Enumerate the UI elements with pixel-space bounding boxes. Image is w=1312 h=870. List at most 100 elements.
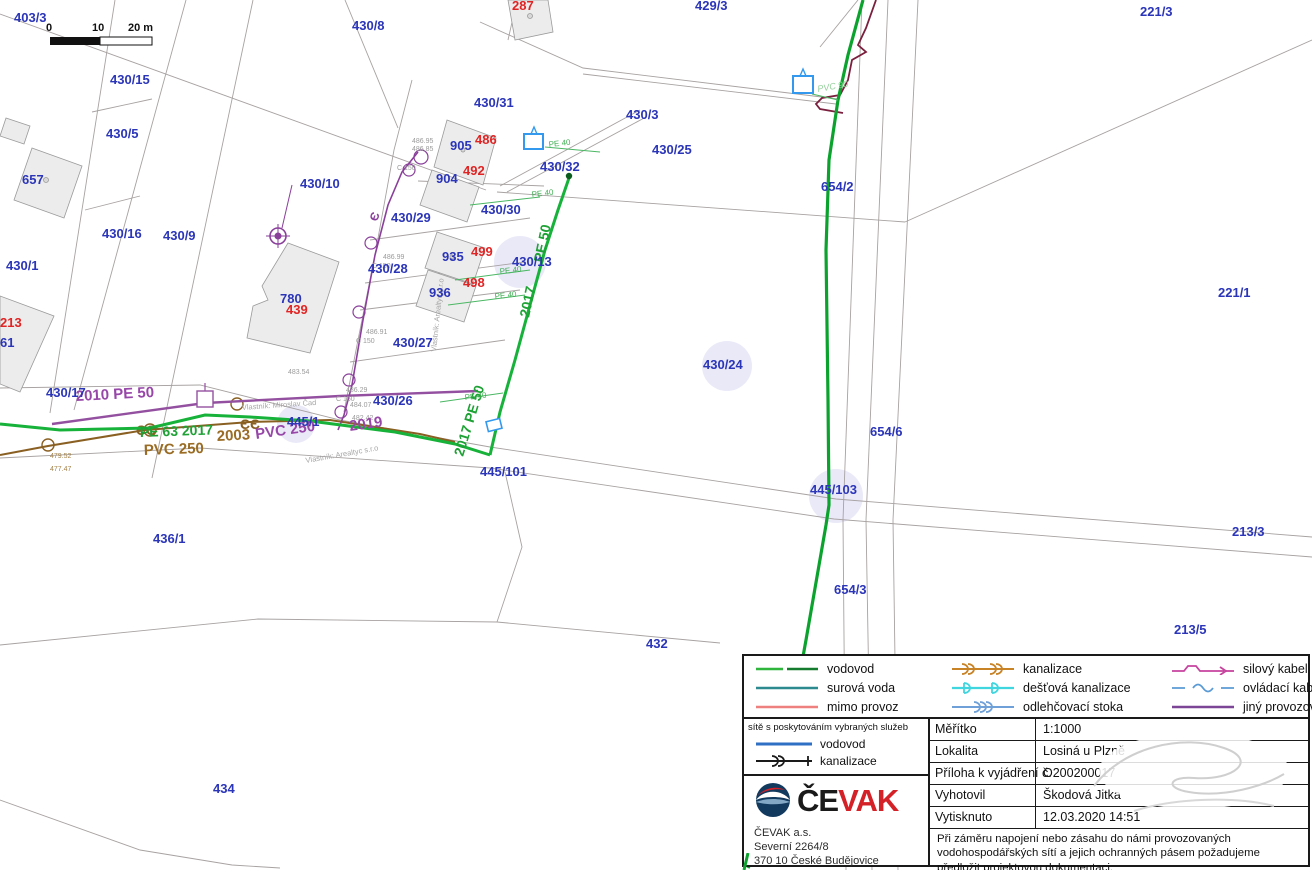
purple-junction-glyph: Є bbox=[367, 210, 383, 223]
hydrant-icon bbox=[524, 134, 543, 149]
legend-column-1: vodovod surová voda mimo provoz bbox=[744, 659, 940, 717]
parcel-number: 436/1 bbox=[153, 531, 186, 546]
owner-label: Vlastník: Arealtyc s.r.o bbox=[305, 443, 379, 465]
parcel-number: 430/30 bbox=[481, 202, 521, 217]
map-title-block: vodovod surová voda mimo provoz bbox=[742, 654, 1310, 867]
company-logo: ČEVAK bbox=[754, 781, 920, 819]
building-number: 904 bbox=[436, 171, 458, 186]
jiny-provozovatel-line-icon bbox=[1172, 701, 1234, 713]
company-address: ČEVAK a.s. Severní 2264/8 370 10 České B… bbox=[754, 826, 920, 868]
services-label: vodovod bbox=[820, 737, 865, 751]
parcel-number: 61 bbox=[0, 335, 14, 350]
info-row-meritko: Měřítko 1:1000 bbox=[930, 719, 1308, 741]
services-title: sítě s poskytováním vybraných služeb bbox=[748, 722, 924, 733]
utility-label: 2003 bbox=[216, 426, 250, 445]
legend-item-jiny-provozovatel: jiný provozovatel bbox=[1160, 697, 1312, 716]
utility-label: 2019 bbox=[348, 413, 383, 434]
elevation-label: 484.07 bbox=[350, 402, 372, 409]
legend-item-destova-kanalizace: dešťová kanalizace bbox=[940, 678, 1160, 697]
parcel-number: 445/1 bbox=[287, 414, 320, 429]
elevation-label: 486.95 bbox=[412, 138, 434, 145]
info-key: Lokalita bbox=[930, 741, 1036, 762]
info-key: Příloha k vyjádření č. bbox=[930, 763, 1036, 784]
destova-kanalizace-line-icon bbox=[952, 682, 1014, 694]
elevation-label: 477.47 bbox=[50, 466, 72, 473]
info-row-priloha: Příloha k vyjádření č. O200200017 bbox=[930, 763, 1308, 785]
building-number-red: 492 bbox=[463, 163, 485, 178]
parcel-number: 430/24 bbox=[703, 357, 744, 372]
odlehcovaci-stoka-line-icon bbox=[952, 701, 1014, 713]
parcel-number: 430/17 bbox=[46, 385, 86, 400]
utility-label: PE 63 2017 bbox=[140, 421, 214, 440]
info-row-lokalita: Lokalita Losiná u Plzně bbox=[930, 741, 1308, 763]
services-vodovod-line-icon bbox=[756, 738, 812, 750]
info-table: Měřítko 1:1000 Lokalita Losiná u Plzně P… bbox=[930, 719, 1308, 865]
legend-item-vodovod: vodovod bbox=[744, 659, 940, 678]
legend-label: dešťová kanalizace bbox=[1023, 681, 1131, 695]
building-657-dot bbox=[44, 178, 49, 183]
services-item-vodovod: vodovod bbox=[748, 735, 924, 752]
info-row-vyhotovil: Vyhotovil Škodová Jitka bbox=[930, 785, 1308, 807]
legend-item-kanalizace: kanalizace bbox=[940, 659, 1160, 678]
parcel-number: 213/3 bbox=[1232, 524, 1265, 539]
parcel-number: 432 bbox=[646, 636, 668, 651]
utility-label: PVC 250 bbox=[144, 440, 205, 459]
info-note: Při záměru napojení nebo zásahu do námi … bbox=[930, 829, 1308, 870]
company-logo-text: ČEVAK bbox=[797, 785, 898, 816]
elevation-label: 483.54 bbox=[288, 369, 310, 376]
parcel-number: 654/3 bbox=[834, 582, 867, 597]
building-number-red: 486 bbox=[475, 132, 497, 147]
buildings bbox=[0, 0, 553, 392]
company-address-line: 370 10 České Budějovice bbox=[754, 854, 920, 868]
building-number-red: 499 bbox=[471, 244, 493, 259]
legend-label: odlehčovací stoka bbox=[1023, 700, 1123, 714]
parcel-number: 221/3 bbox=[1140, 4, 1173, 19]
silovy-kabel-line-icon bbox=[1172, 663, 1234, 675]
building-number: 936 bbox=[429, 285, 451, 300]
services-kanalizace-line-icon bbox=[756, 755, 812, 767]
parcel-number: 430/8 bbox=[352, 18, 385, 33]
utility-label: PE 40 bbox=[531, 188, 554, 199]
scale-bar-solid bbox=[50, 37, 100, 45]
legend-item-surova-voda: surová voda bbox=[744, 678, 940, 697]
water-main-below-panel bbox=[740, 853, 754, 870]
parcel-number: 403/3 bbox=[14, 10, 47, 25]
surova-voda-line-icon bbox=[756, 682, 818, 694]
utility-label: 2010 PE 50 bbox=[75, 384, 154, 405]
parcel-number: 221/1 bbox=[1218, 285, 1251, 300]
info-value: Škodová Jitka bbox=[1036, 785, 1308, 806]
info-key: Měřítko bbox=[930, 719, 1036, 740]
company-address-line: ČEVAK a.s. bbox=[754, 826, 920, 840]
elevation-label: 486.29 bbox=[346, 387, 368, 394]
maroon-cable bbox=[816, 0, 876, 113]
logo-text-vak: VAK bbox=[838, 783, 898, 818]
cevak-globe-icon bbox=[754, 781, 792, 819]
parcel-number: 430/13 bbox=[512, 254, 552, 269]
scale-bar-label: 10 bbox=[92, 22, 104, 34]
utility-label: PE 40 bbox=[464, 391, 487, 402]
building-number: 935 bbox=[442, 249, 464, 264]
vodovod-line-icon bbox=[756, 663, 818, 675]
company-address-line: Severní 2264/8 bbox=[754, 840, 920, 854]
parcel-number: 430/3 bbox=[626, 107, 659, 122]
parcel-number: 430/28 bbox=[368, 261, 408, 276]
parcel-number: 430/1 bbox=[6, 258, 39, 273]
parcel-number: 430/15 bbox=[110, 72, 150, 87]
legend-item-silovy-kabel: silový kabel bbox=[1160, 659, 1312, 678]
legend-label: vodovod bbox=[827, 662, 874, 676]
info-key: Vyhotovil bbox=[930, 785, 1036, 806]
fitting-icon bbox=[486, 418, 502, 431]
elevation-label: 486.99 bbox=[383, 254, 405, 261]
hydrant-icon bbox=[793, 76, 813, 93]
parcel-number: 430/25 bbox=[652, 142, 692, 157]
parcel-number: 430/5 bbox=[106, 126, 139, 141]
parcel-number: 430/31 bbox=[474, 95, 514, 110]
parcel-number: 430/10 bbox=[300, 176, 340, 191]
parcel-number: 429/3 bbox=[695, 0, 728, 13]
utility-label: PE 40 bbox=[548, 138, 571, 149]
parcel-number: 434 bbox=[213, 781, 235, 796]
info-row-vytisknuto: Vytisknuto 12.03.2020 14:51 bbox=[930, 807, 1308, 829]
legend-label: ovládací kabel bbox=[1243, 681, 1312, 695]
scale-bar: 01020 m bbox=[46, 22, 153, 45]
building-number-red: 498 bbox=[463, 275, 485, 290]
